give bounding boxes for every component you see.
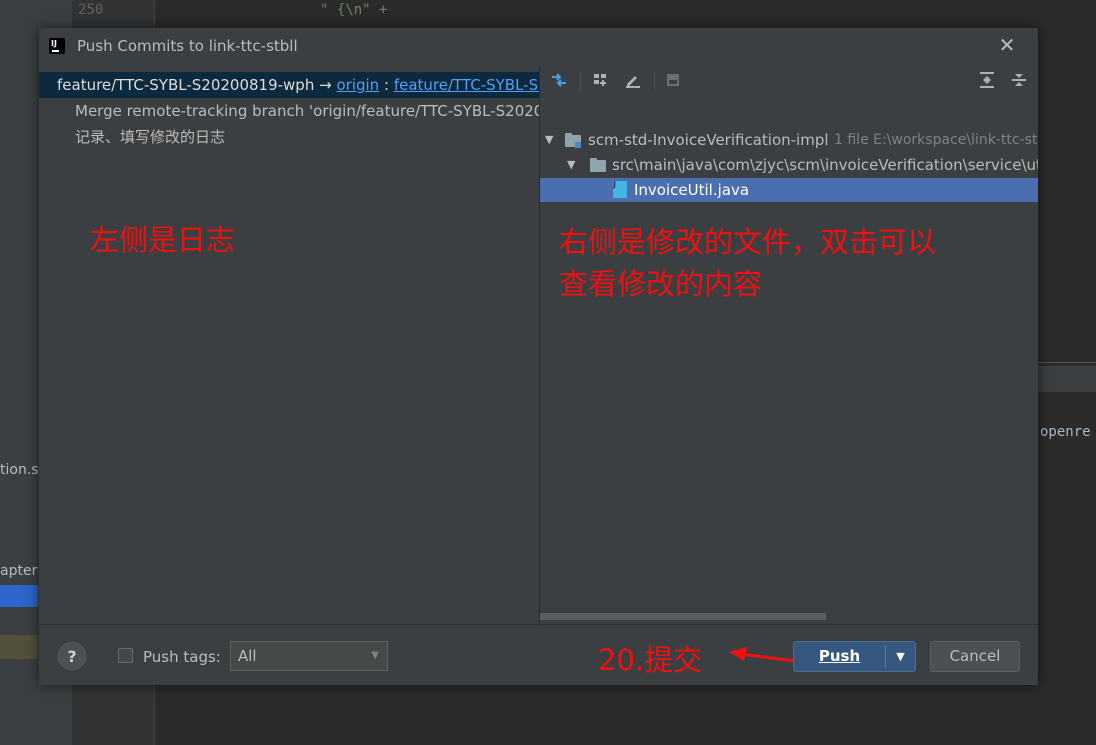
folder-icon <box>590 158 606 172</box>
project-selected-row <box>0 585 38 607</box>
editor-panel-header <box>1038 366 1096 392</box>
group-by-icon[interactable] <box>590 69 612 91</box>
module-folder-icon <box>565 133 581 148</box>
annotation-submit: 20.提交 <box>598 643 703 677</box>
help-button[interactable]: ? <box>58 642 86 670</box>
branch-separator: : <box>383 76 390 94</box>
chevron-down-icon: ▼ <box>371 650 379 661</box>
commit-item[interactable]: Merge remote-tracking branch 'origin/fea… <box>75 102 539 120</box>
push-button[interactable]: Push ▼ <box>793 641 916 672</box>
chevron-down-icon[interactable]: ▼ <box>545 128 553 152</box>
arrow-icon: → <box>319 76 332 94</box>
edit-icon[interactable] <box>622 69 644 91</box>
chevron-down-icon[interactable]: ▼ <box>567 153 575 177</box>
tree-row-file[interactable]: InvoiceUtil.java <box>540 173 1038 202</box>
intellij-logo-icon: IJ <box>49 38 65 54</box>
local-branch: feature/TTC-SYBL-S20200819-wph <box>57 76 315 94</box>
toolbar-separator <box>654 72 655 90</box>
toolbar-separator <box>580 72 581 90</box>
tags-select-value: All <box>238 647 257 665</box>
annotation-right-line2: 查看修改的内容 <box>559 267 763 301</box>
changed-files-pane: ▼ scm-std-InvoiceVerification-impl 1 fil… <box>540 66 1038 626</box>
collapse-all-icon[interactable] <box>1008 69 1030 91</box>
annotation-arrow-icon <box>729 647 796 663</box>
dialog-titlebar: IJ Push Commits to link-ttc-stbll ✕ <box>39 28 1038 64</box>
cancel-button[interactable]: Cancel <box>930 641 1020 672</box>
commit-item[interactable]: 记录、填写修改的日志 <box>75 126 225 147</box>
push-commits-dialog: IJ Push Commits to link-ttc-stbll ✕ feat… <box>39 28 1038 685</box>
remote-link[interactable]: origin <box>336 76 379 94</box>
dialog-title: Push Commits to link-ttc-stbll <box>77 37 298 55</box>
commit-log-pane: feature/TTC-SYBL-S20200819-wph → origin … <box>39 72 539 622</box>
code-line: " {\n" + <box>320 2 388 18</box>
module-meta: 1 file E:\workspace\link-ttc-stbll <box>834 132 1038 148</box>
project-item-2[interactable]: apter <box>0 563 37 579</box>
push-tags-label[interactable]: Push tags: <box>143 648 221 666</box>
module-name: scm-std-InvoiceVerification-impl <box>588 131 829 149</box>
file-name: InvoiceUtil.java <box>634 181 750 199</box>
code-fragment: openre <box>1040 424 1091 440</box>
annotation-left: 左侧是日志 <box>90 223 236 257</box>
files-toolbar <box>540 66 1038 96</box>
right-horizontal-scrollbar[interactable] <box>540 613 826 620</box>
line-number: 250 <box>78 2 104 18</box>
annotation-right-line1: 右侧是修改的文件，双击可以 <box>559 225 937 259</box>
folder-path: src\main\java\com\zjyc\scm\invoiceVerifi… <box>612 156 1038 174</box>
show-diff-icon[interactable] <box>548 69 570 91</box>
expand-all-icon[interactable] <box>976 69 998 91</box>
close-icon[interactable]: ✕ <box>996 34 1018 56</box>
editor-separator <box>1038 362 1096 363</box>
branch-row[interactable]: feature/TTC-SYBL-S20200819-wph → origin … <box>39 72 539 98</box>
remote-branch-link[interactable]: feature/TTC-SYBL-S20200819-wph <box>394 76 539 94</box>
tags-select[interactable]: All ▼ <box>230 641 388 671</box>
push-tags-checkbox[interactable] <box>118 648 133 663</box>
tree-row-module[interactable]: ▼ scm-std-InvoiceVerification-impl 1 fil… <box>540 128 1038 152</box>
push-button-label: Push <box>818 647 861 665</box>
java-file-icon <box>613 173 627 198</box>
push-dropdown-icon[interactable]: ▼ <box>886 642 915 671</box>
commit-icon[interactable] <box>662 69 684 91</box>
bottom-separator <box>39 624 1038 625</box>
project-highlight-row <box>0 635 38 659</box>
